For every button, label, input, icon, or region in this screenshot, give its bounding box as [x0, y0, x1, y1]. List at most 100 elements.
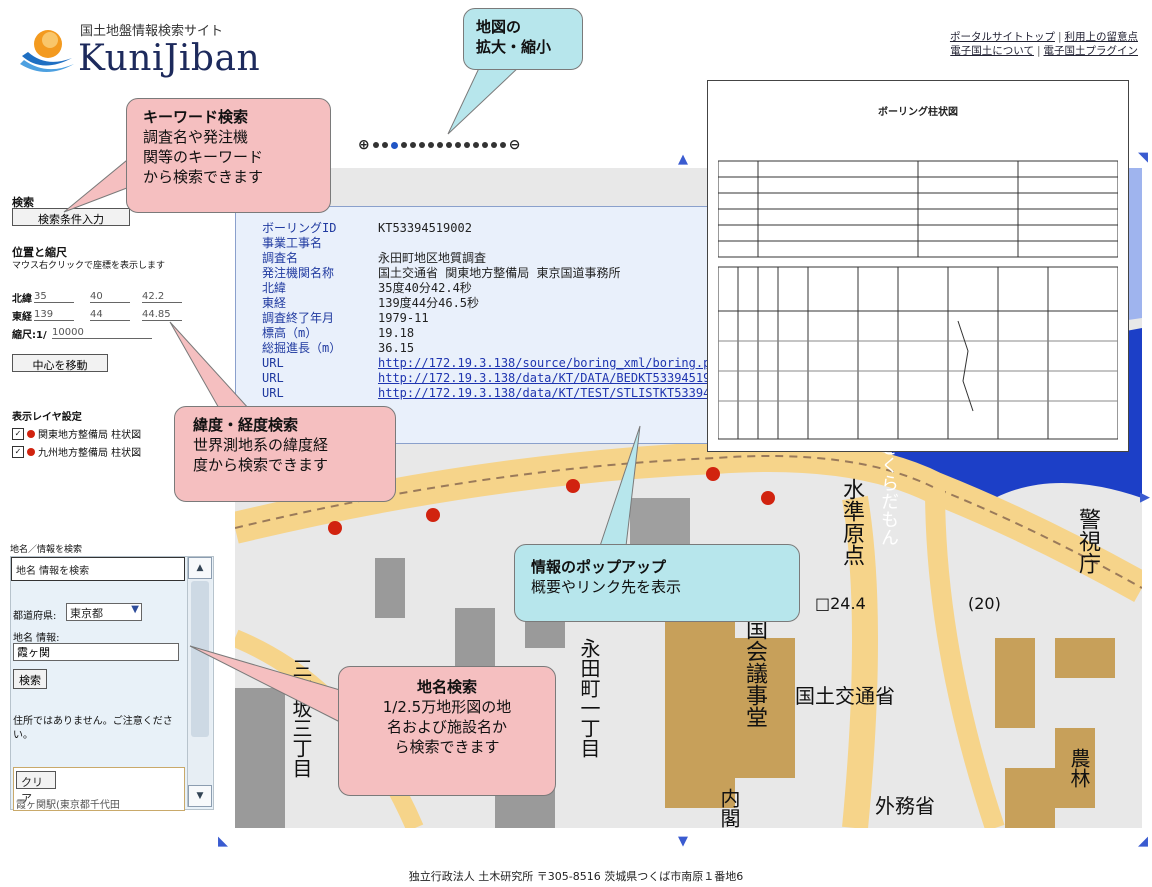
- layer-settings-heading: 表示レイヤ設定: [12, 412, 82, 423]
- footer-address: 独立行政法人 土木研究所 〒305-8516 茨城県つくば市南原１番地6: [408, 870, 744, 883]
- link-usage-notes[interactable]: 利用上の留意点: [1065, 31, 1139, 43]
- latitude-minutes-input[interactable]: [90, 290, 130, 303]
- zoom-level[interactable]: [481, 142, 488, 148]
- callout-latlon: 緯度・経度検索 世界測地系の緯度経 度から検索できます: [174, 406, 396, 502]
- map-label-kokkai: 国会議事堂: [742, 618, 767, 728]
- pan-down-icon[interactable]: ▼: [678, 834, 688, 849]
- pan-downright-icon[interactable]: ◢: [1138, 834, 1148, 849]
- top-links: ポータルサイトトップ | 利用上の留意点 電子国土について | 電子国土プラグイン: [949, 31, 1139, 57]
- place-name-input[interactable]: [13, 643, 179, 661]
- callout-keyword-line: 調査名や発注機: [143, 128, 249, 146]
- popup-key: URL: [262, 371, 284, 385]
- logo-title[interactable]: KuniJiban: [78, 38, 260, 79]
- popup-key: 調査名: [262, 251, 299, 265]
- map-label-keishicho: 警視庁: [1075, 508, 1100, 574]
- popup-url-link[interactable]: http://172.19.3.138/data/KT/TEST/STLISTK…: [378, 386, 716, 400]
- map-label-gaimu: 外務省: [875, 794, 935, 818]
- scroll-down-icon[interactable]: ▼: [188, 785, 212, 807]
- place-search-button[interactable]: 検索: [13, 669, 47, 689]
- zoom-level[interactable]: [490, 142, 497, 148]
- map-label-kokudo: 国土交通省: [795, 684, 895, 708]
- zoom-level[interactable]: [409, 142, 416, 148]
- popup-key: 北緯: [262, 281, 287, 295]
- link-portal-top[interactable]: ポータルサイトトップ: [950, 31, 1055, 43]
- popup-row: 調査名 永田町地区地質調査: [262, 251, 716, 266]
- place-search-panel: 地名 情報を検索 都道府県: 東京都 ▼ 地名 情報: 検索 住所ではありません…: [10, 556, 214, 811]
- pan-right-icon[interactable]: ▶: [1140, 490, 1150, 505]
- callout-place-line: 名および施設名か: [386, 718, 507, 736]
- boring-log-sheet[interactable]: ボーリング柱状図: [707, 80, 1129, 452]
- callout-place-title: 地名検索: [416, 678, 477, 696]
- prefecture-select[interactable]: 東京都 ▼: [66, 603, 142, 621]
- move-center-button[interactable]: 中心を移動: [12, 354, 108, 372]
- scale-input[interactable]: [52, 326, 152, 339]
- scroll-up-icon[interactable]: ▲: [188, 557, 212, 579]
- zoom-level[interactable]: [436, 142, 443, 148]
- popup-row: ボーリングID KT53394519002: [262, 221, 716, 236]
- popup-row: 総掘進長（m） 36.15: [262, 341, 716, 356]
- callout-latlon-line: 世界測地系の緯度経: [193, 436, 329, 454]
- boring-marker-icon: [27, 429, 35, 438]
- scale-label: 縮尺:1/: [12, 330, 47, 341]
- latitude-seconds-input[interactable]: [142, 290, 182, 303]
- link-denshi-plugin[interactable]: 電子国土プラグイン: [1044, 45, 1139, 57]
- layer-label: 九州地方整備局 柱状図: [38, 448, 142, 459]
- zoom-level[interactable]: [400, 142, 407, 148]
- map-label-elevation: □24.4: [815, 594, 866, 613]
- boring-sheet-title: ボーリング柱状図: [878, 107, 958, 118]
- layer-item-kyushu[interactable]: ✓ 九州地方整備局 柱状図: [12, 444, 141, 459]
- zoom-level[interactable]: [372, 142, 379, 148]
- popup-url-link[interactable]: http://172.19.3.138/source/boring_xml/bo…: [378, 356, 716, 370]
- layer-label: 関東地方整備局 柱状図: [38, 430, 142, 441]
- place-search-heading: 地名／情報を検索: [10, 545, 83, 555]
- longitude-degrees-input[interactable]: [34, 308, 74, 321]
- kunijiban-logo-icon[interactable]: [16, 18, 76, 78]
- boring-marker-icon: [27, 447, 35, 456]
- clear-button[interactable]: クリア: [16, 771, 56, 805]
- zoom-level-current[interactable]: [390, 141, 398, 149]
- latitude-degrees-input[interactable]: [34, 290, 74, 303]
- pan-upright-icon[interactable]: ◥: [1138, 150, 1148, 165]
- prefecture-label: 都道府県:: [13, 611, 57, 622]
- checkbox-checked-icon[interactable]: ✓: [12, 427, 24, 440]
- callout-popup: 情報のポップアップ 概要やリンク先を表示: [514, 544, 800, 622]
- longitude-minutes-input[interactable]: [90, 308, 130, 321]
- zoom-level[interactable]: [463, 142, 470, 148]
- zoom-level[interactable]: [499, 142, 506, 148]
- popup-value: 国土交通省 関東地方整備局 東京国道事務所: [378, 266, 621, 280]
- popup-url-link[interactable]: http://172.19.3.138/data/KT/DATA/BEDKT53…: [378, 371, 716, 385]
- callout-popup-title: 情報のポップアップ: [531, 558, 667, 576]
- callout-latlon-line: 度から検索できます: [193, 456, 329, 474]
- place-search-type[interactable]: 地名 情報を検索: [11, 557, 185, 581]
- zoom-level[interactable]: [418, 142, 425, 148]
- popup-key: 総掘進長（m）: [262, 341, 342, 355]
- place-info-label: 地名 情報:: [13, 633, 60, 644]
- result-item[interactable]: 霞ヶ関駅(東京都千代田: [16, 796, 120, 810]
- zoom-in-icon[interactable]: ⊕: [358, 137, 370, 153]
- right-click-note: マウス右クリックで座標を表示します: [12, 261, 166, 271]
- popup-key: URL: [262, 386, 284, 400]
- zoom-level[interactable]: [427, 142, 434, 148]
- map-label-sakuradamon: さくらだもん: [878, 438, 899, 546]
- pan-up-icon[interactable]: ▲: [678, 152, 688, 167]
- zoom-level[interactable]: [454, 142, 461, 148]
- popup-key: 発注機関名称: [262, 266, 335, 280]
- layer-item-kanto[interactable]: ✓ 関東地方整備局 柱状図: [12, 426, 141, 441]
- checkbox-checked-icon[interactable]: ✓: [12, 445, 24, 458]
- popup-value: 35度40分42.4秒: [378, 281, 472, 295]
- popup-url-row: URL http://172.19.3.138/data/KT/TEST/STLI…: [262, 386, 716, 401]
- zoom-level[interactable]: [445, 142, 452, 148]
- popup-row: 標高（m） 19.18: [262, 326, 716, 341]
- zoom-level[interactable]: [472, 142, 479, 148]
- popup-value: 19.18: [378, 326, 415, 340]
- zoom-level[interactable]: [381, 142, 388, 148]
- map-label-route: (20): [968, 594, 1001, 613]
- popup-value: 永田町地区地質調査: [378, 251, 487, 265]
- link-denshi-kokudo[interactable]: 電子国土について: [950, 45, 1034, 57]
- logo-subtitle: 国土地盤情報検索サイト: [80, 24, 224, 39]
- boring-sheet-table: [718, 160, 1118, 440]
- popup-row: 調査終了年月 1979-11: [262, 311, 716, 326]
- callout-latlon-title: 緯度・経度検索: [193, 416, 299, 434]
- map-label-suijun: 水準原点: [839, 478, 864, 566]
- pan-downleft-icon[interactable]: ◣: [218, 834, 228, 849]
